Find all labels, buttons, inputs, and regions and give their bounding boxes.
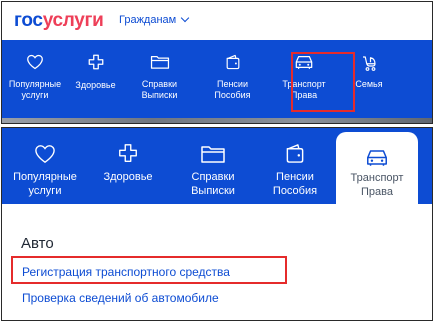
section-title: Авто	[21, 235, 54, 252]
category-label-2: Выписки	[191, 185, 235, 197]
category-label: Популярные	[13, 171, 77, 183]
citizens-menu-label: Гражданам	[119, 14, 177, 26]
category-label-2: Права	[361, 186, 393, 198]
category-label: Семья	[355, 79, 383, 89]
folder-icon	[201, 146, 225, 163]
category-bar: Популярные услуги Здоровье Справки Выписки…	[2, 128, 432, 204]
category-label: Справки	[191, 171, 235, 183]
category-health[interactable]: Здоровье	[88, 128, 168, 204]
chevron-down-icon	[180, 13, 190, 23]
category-popular[interactable]: Популярные услуги	[2, 40, 68, 118]
car-icon	[367, 150, 387, 166]
category-label: Транспорт	[350, 172, 404, 184]
wallet-icon	[226, 54, 239, 70]
heart-icon	[27, 54, 43, 70]
gosuslugi-logo[interactable]: госуслуги	[14, 10, 104, 32]
link-vehicle-check[interactable]: Проверка сведений об автомобиле	[22, 291, 219, 305]
category-health[interactable]: Здоровье	[68, 40, 123, 118]
category-label-2: Пособия	[214, 90, 251, 100]
category-popular[interactable]: Популярные услуги	[2, 128, 88, 204]
heart-icon	[35, 145, 55, 164]
category-label: Пенсии	[216, 79, 248, 89]
category-bar: Популярные услуги Здоровье Справки Выписки…	[2, 40, 432, 118]
category-pensions[interactable]: Пенсии Пособия	[196, 40, 269, 118]
category-label: Пенсии	[276, 171, 314, 183]
screenshot-top: госуслуги Гражданам Популярные услуги Здо…	[1, 1, 433, 124]
category-label: Здоровье	[75, 80, 116, 90]
site-header: госуслуги Гражданам	[2, 2, 432, 40]
category-certificates[interactable]: Справки Выписки	[168, 128, 258, 204]
citizens-menu[interactable]: Гражданам	[119, 13, 190, 26]
highlight-box-transport	[291, 52, 355, 112]
wallet-icon	[286, 144, 304, 163]
category-pensions[interactable]: Пенсии Пособия	[258, 128, 332, 204]
category-label: Популярные	[8, 79, 62, 89]
scroll-stripe	[2, 118, 432, 123]
folder-icon	[150, 56, 169, 69]
category-label: Справки	[141, 79, 178, 89]
highlight-box-registration	[11, 256, 287, 284]
category-label-2: услуги	[28, 185, 62, 197]
category-label: Здоровье	[103, 171, 153, 183]
stroller-icon	[363, 56, 376, 71]
category-label-2: услуги	[21, 90, 49, 100]
category-label-2: Пособия	[272, 185, 318, 197]
medical-cross-icon	[88, 54, 103, 70]
category-certificates[interactable]: Справки Выписки	[123, 40, 196, 118]
medical-cross-icon	[119, 144, 137, 162]
category-transport-active[interactable]: Транспорт Права	[336, 132, 418, 204]
category-label-2: Выписки	[141, 90, 178, 100]
